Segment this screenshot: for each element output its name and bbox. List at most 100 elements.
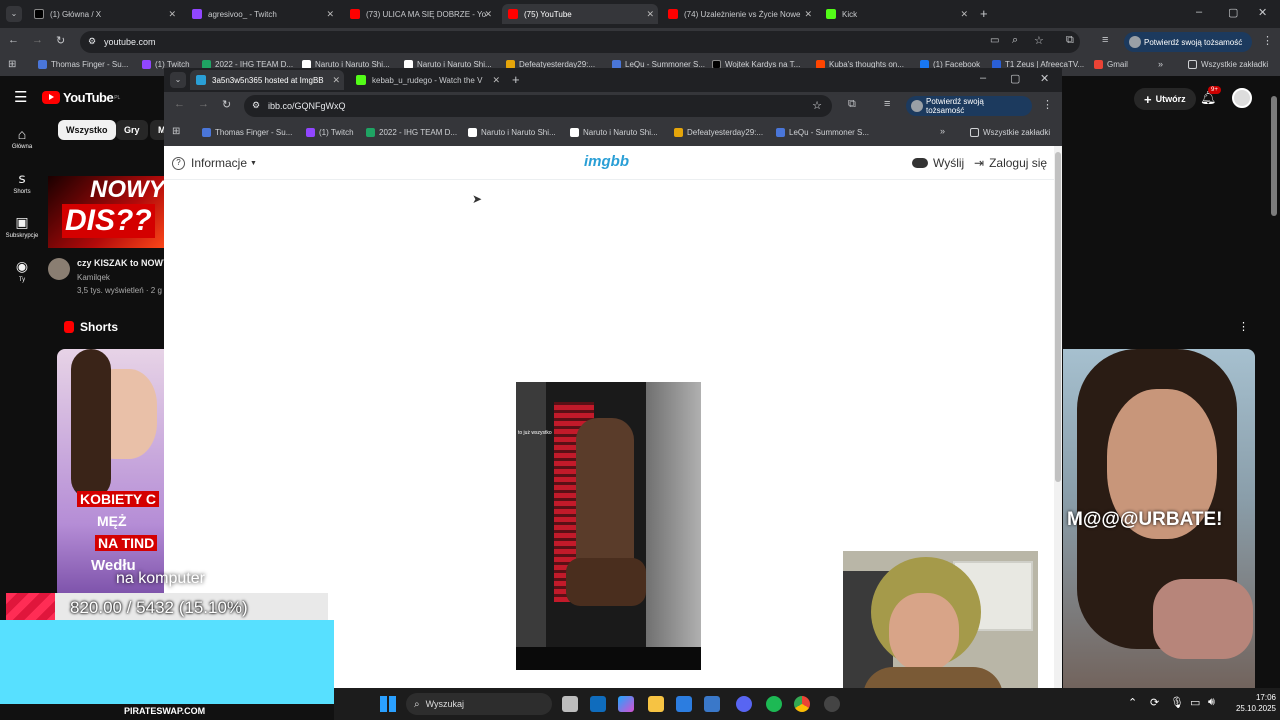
network-icon[interactable]: ▭ [1190,696,1200,709]
chip-games[interactable]: Gry [116,120,148,140]
tray-overflow-icon[interactable]: ⌃ [1128,696,1137,709]
outer-tab-youtube-active[interactable]: (75) YouTube ✕ [502,4,658,24]
sidebar-item-shorts[interactable]: ꜱ Shorts [0,170,44,195]
sidebar-item-home[interactable]: ⌂ Główna [0,126,44,150]
discord-icon[interactable] [736,696,752,712]
all-bookmarks-folder[interactable]: Wszystkie zakładki [1188,60,1268,69]
outer-tab-kick[interactable]: Kick ✕ [820,4,972,24]
app-icon[interactable] [824,696,840,712]
login-button[interactable]: ⇥ Zaloguj się [974,156,1047,170]
shorts-more-icon[interactable]: ⋮ [1238,320,1249,333]
video-thumbnail[interactable]: NOWY DIS?? [48,176,168,248]
all-bookmarks-folder[interactable]: Wszystkie zakładki [970,128,1050,137]
file-explorer-icon[interactable] [648,696,664,712]
cast-icon[interactable]: ▭ [990,35,999,46]
create-button[interactable]: + Utwórz [1134,88,1196,110]
inner-tab-imgbb[interactable]: 3a5n3w5n365 hosted at ImgBB ✕ [190,70,344,90]
apps-icon[interactable]: ⊞ [172,126,180,137]
short-thumbnail-right[interactable]: M@@@URBATE! [1063,349,1255,720]
youtube-logo[interactable]: YouTube PL [42,90,120,105]
extensions-icon[interactable]: ⧉ [848,98,856,111]
new-tab-icon[interactable]: + [512,72,520,87]
bookmark-item[interactable]: LeQu - Summoner S... [776,128,869,137]
close-icon[interactable]: ✕ [960,9,968,20]
imgbb-logo[interactable]: imgbb [584,153,629,170]
notifications-button[interactable]: 🔔︎ 9+ [1200,86,1221,106]
sidebar-item-you[interactable]: ◉ Ty [0,258,44,283]
more-bookmarks-icon[interactable]: » [1158,59,1163,69]
sync-icon[interactable]: ⟳ [1150,696,1159,709]
close-icon[interactable]: ✕ [804,9,812,20]
reload-icon[interactable]: ↻ [222,98,231,111]
site-info-icon[interactable]: ⚙ [252,100,260,111]
info-menu-button[interactable]: ? Informacje ▼ [172,156,257,170]
forward-icon[interactable]: → [198,98,209,110]
bookmark-item[interactable]: (1) Twitch [306,128,354,137]
outer-tab-youtube-uzaleznienie[interactable]: (74) Uzależnienie vs Życie Nowe ✕ [662,4,816,24]
avatar[interactable] [1232,88,1252,108]
apps-icon[interactable]: ⊞ [8,59,16,70]
bookmark-star-icon[interactable]: ☆ [1034,34,1044,47]
clock[interactable]: 17:06 25.10.2025 [1224,692,1276,714]
taskbar-search[interactable]: ⌕ Wyszukaj [406,693,552,715]
inner-address-bar[interactable]: ⚙ ibb.co/GQNFgWxQ ☆ [244,95,832,117]
bookmark-item[interactable]: Thomas Finger - Su... [38,60,128,69]
bookmark-item[interactable]: 2022 - IHG TEAM D... [366,128,457,137]
menu-icon[interactable]: ⋮ [1042,98,1053,111]
bookmark-item[interactable]: Gmail [1094,60,1128,69]
volume-icon[interactable]: 🔊︎ [1208,696,1215,709]
bookmark-item[interactable]: Naruto i Naruto Shi... [468,128,556,137]
close-icon[interactable]: ✕ [646,9,654,20]
start-button[interactable] [380,696,396,712]
spotify-icon[interactable] [766,696,782,712]
inner-tab-kick[interactable]: kebab_u_rudego - Watch the V ✕ [350,70,504,90]
bookmark-star-icon[interactable]: ☆ [812,99,822,112]
close-icon[interactable]: ✕ [168,9,176,20]
more-bookmarks-icon[interactable]: » [940,126,945,136]
hosted-image[interactable]: to już wszystko [516,382,701,670]
back-icon[interactable]: ← [174,98,185,110]
close-icon[interactable]: ✕ [492,75,500,86]
bookmark-item[interactable]: Thomas Finger - Su... [202,128,292,137]
minimize-icon[interactable]: – [1196,6,1202,18]
task-view-icon[interactable] [562,696,578,712]
bookmark-item[interactable]: Defeatyesterday29:... [674,128,763,137]
close-icon[interactable]: ✕ [484,9,492,20]
channel-avatar[interactable] [48,258,70,280]
close-icon[interactable]: ✕ [332,75,340,86]
video-title[interactable]: czy KISZAK to NOWY [77,258,169,268]
new-tab-icon[interactable]: + [980,6,988,21]
window-close-icon[interactable]: ✕ [1258,6,1267,19]
outer-tab-x[interactable]: (1) Główna / X ✕ [28,4,180,24]
window-close-icon[interactable]: ✕ [1040,72,1049,85]
copilot-icon[interactable] [618,696,634,712]
tab-search-icon[interactable]: ⌄ [6,6,22,22]
page-scrollbar[interactable] [1271,96,1277,216]
verify-identity-button[interactable]: Potwierdź swoją tożsamość [906,96,1032,116]
inner-scrollbar[interactable] [1054,146,1062,720]
chrome-icon[interactable] [794,696,810,712]
reading-list-icon[interactable]: ≡ [1102,34,1108,46]
reload-icon[interactable]: ↻ [56,34,65,47]
microphone-icon[interactable]: 🎙︎ [1170,696,1184,709]
extensions-icon[interactable]: ⧉ [1066,34,1074,47]
upload-button[interactable]: Wyślij [912,156,964,170]
forward-icon[interactable]: → [32,34,43,46]
app-icon[interactable] [704,696,720,712]
back-icon[interactable]: ← [8,34,19,46]
bookmark-item[interactable]: Naruto i Naruto Shi... [570,128,658,137]
hamburger-menu-icon[interactable]: ☰ [14,88,27,106]
reading-list-icon[interactable]: ≡ [884,98,890,110]
site-info-icon[interactable]: ⚙ [88,36,96,47]
short-thumbnail-left[interactable]: KOBIETY C MĘŻ NA TIND Wedłu [57,349,167,599]
tab-search-icon[interactable]: ⌄ [170,72,186,88]
store-icon[interactable] [676,696,692,712]
verify-identity-button[interactable]: Potwierdź swoją tożsamość [1124,32,1252,52]
zoom-icon[interactable]: ⌕ [1012,34,1018,47]
maximize-icon[interactable]: ▢ [1228,6,1238,19]
close-icon[interactable]: ✕ [326,9,334,20]
minimize-icon[interactable]: – [980,72,986,84]
outlook-icon[interactable] [590,696,606,712]
chip-all[interactable]: Wszystko [58,120,116,140]
channel-name[interactable]: Kamilqek [77,273,110,282]
